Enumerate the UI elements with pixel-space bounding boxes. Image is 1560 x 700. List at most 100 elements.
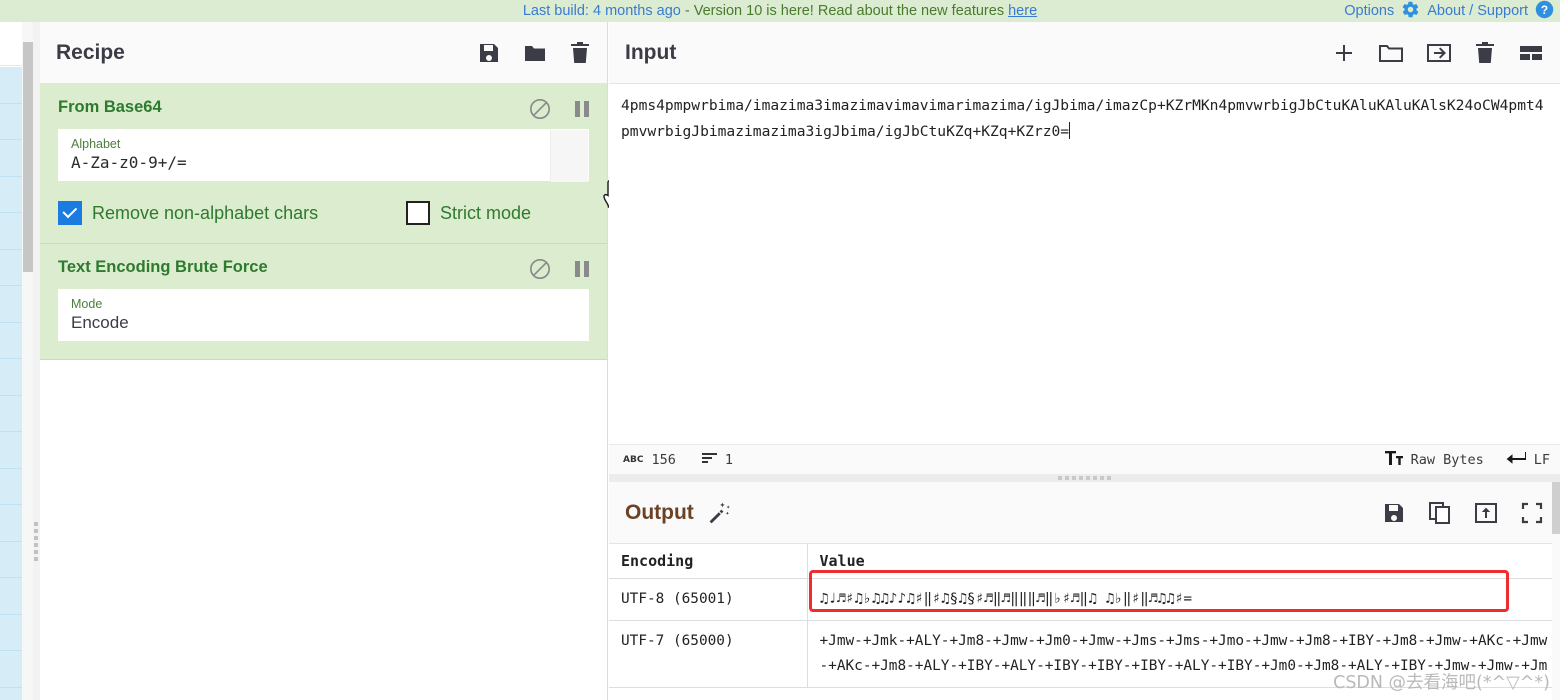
input-status-right: Raw Bytes LF (1384, 450, 1550, 469)
input-line-ending[interactable]: LF (1506, 451, 1550, 469)
list-item[interactable] (0, 103, 22, 140)
maximise-output-icon[interactable] (1520, 501, 1544, 525)
list-item[interactable] (0, 395, 22, 432)
return-arrow-icon (1506, 451, 1527, 469)
alphabet-field[interactable]: Alphabet A-Za-z0-9+/= (58, 129, 589, 182)
operations-list[interactable] (0, 67, 22, 700)
svg-text:?: ? (1541, 2, 1548, 16)
question-circle-icon[interactable]: ? (1535, 0, 1554, 22)
list-item[interactable] (0, 432, 22, 469)
operations-header (0, 22, 22, 66)
recipe-toolbar (477, 41, 591, 65)
recipe-operation-text-encoding-brute-force[interactable]: Text Encoding Brute Force Mode Encode (40, 244, 607, 360)
remove-non-alphabet-chars-checkbox[interactable]: Remove non-alphabet chars (58, 201, 406, 225)
replace-input-with-output-icon[interactable] (1474, 501, 1498, 525)
cell-value: +Jmw-+Jmk-+ALY-+Jm8-+Jmw-+Jm0-+Jmw-+Jms-… (807, 620, 1560, 688)
save-output-icon[interactable] (1382, 501, 1406, 525)
breakpoint-pause-icon[interactable] (573, 259, 591, 284)
recipe-pane: Recipe From Base64 Alphabet A-Za-z0-9+/=… (40, 22, 621, 700)
list-item[interactable] (0, 541, 22, 578)
list-item[interactable] (0, 651, 22, 688)
input-length-value: 156 (651, 451, 676, 468)
recipe-title-bar: Recipe (40, 22, 607, 84)
clear-recipe-icon[interactable] (569, 41, 591, 65)
strict-mode-checkbox[interactable]: Strict mode (406, 201, 531, 225)
checkbox-checked-icon[interactable] (58, 201, 82, 225)
list-item[interactable] (0, 67, 22, 104)
input-line-1: 4pms4pmpwrbima/imazima3imazimavimavimari… (621, 97, 1474, 114)
list-item[interactable] (0, 140, 22, 177)
horizontal-splitter[interactable] (609, 474, 1560, 482)
add-input-tab-icon[interactable] (1332, 41, 1356, 65)
about-support-link[interactable]: About / Support (1427, 3, 1528, 19)
input-length-status: ABC 156 (623, 452, 676, 468)
open-file-as-input-icon[interactable] (1426, 41, 1452, 65)
list-item[interactable] (0, 176, 22, 213)
list-item[interactable] (0, 468, 22, 505)
banner-version-text: Version 10 is here! Read about the new f… (693, 3, 1009, 19)
list-item[interactable] (0, 359, 22, 396)
abc-icon: ABC (623, 454, 644, 465)
input-character-encoding[interactable]: Raw Bytes (1384, 450, 1484, 469)
list-item[interactable] (0, 249, 22, 286)
copy-output-icon[interactable] (1428, 501, 1452, 525)
output-toolbar (1382, 501, 1544, 525)
list-item[interactable] (0, 213, 22, 250)
table-row[interactable]: UTF-7 (65000) +Jmw-+Jmk-+ALY-+Jm8-+Jmw-+… (609, 620, 1560, 688)
operation-title: From Base64 (58, 98, 162, 116)
input-eol-label: LF (1533, 451, 1550, 468)
output-title-bar: Output (609, 482, 1560, 544)
splitter-grip-dots (34, 522, 38, 561)
magic-wand-icon[interactable] (706, 500, 732, 526)
list-item[interactable] (0, 322, 22, 359)
gear-icon[interactable] (1401, 0, 1420, 22)
load-recipe-icon[interactable] (523, 41, 547, 65)
top-banner: Last build: 4 months ago - Version 10 is… (0, 0, 1560, 22)
text-caret (1069, 122, 1071, 139)
output-scrollbar[interactable] (1552, 482, 1560, 700)
input-pane: Input 4pms4pmpwrbima/imazima3imazimavima… (609, 22, 1560, 474)
list-item[interactable] (0, 578, 22, 615)
banner-message: Last build: 4 months ago - Version 10 is… (0, 3, 1560, 19)
options-link[interactable]: Options (1344, 3, 1394, 19)
table-row[interactable]: UTF-8 (65001) ♫♩♬♯♫♭♫♫♪♪♫♯‖♯♫§♫§♯♬‖♬‖‖‖♬… (609, 578, 1560, 621)
operations-list-column (0, 22, 22, 700)
mode-value[interactable]: Encode (71, 312, 576, 334)
disable-icon[interactable] (529, 258, 551, 285)
mode-label: Mode (71, 296, 103, 311)
list-item[interactable] (0, 614, 22, 651)
checkbox-unchecked-icon[interactable] (406, 201, 430, 225)
alphabet-dropdown-button[interactable] (550, 130, 588, 182)
input-textarea[interactable]: 4pms4pmpwrbima/imazima3imazimavimavimari… (609, 85, 1560, 444)
font-size-icon (1384, 450, 1403, 469)
operation-title: Text Encoding Brute Force (58, 258, 268, 276)
breakpoint-pause-icon[interactable] (573, 99, 591, 124)
output-scrollbar-thumb[interactable] (1552, 482, 1560, 534)
from-base64-checkboxes: Remove non-alphabet chars Strict mode (58, 201, 589, 225)
vertical-splitter[interactable] (33, 22, 40, 700)
input-toolbar (1332, 41, 1544, 65)
operation-controls (529, 98, 591, 125)
cell-value: ♫♩♬♯♫♭♫♫♪♪♫♯‖♯♫§♫§♯♬‖♬‖‖‖♬‖♭♯♬‖♫ ♫♭‖♯‖♬♫… (807, 578, 1560, 621)
banner-separator: - (680, 3, 694, 19)
table-header-row: Encoding Value (609, 544, 1560, 579)
list-item[interactable] (0, 505, 22, 542)
banner-here-link[interactable]: here (1008, 3, 1037, 19)
clear-io-icon[interactable] (1474, 41, 1496, 65)
alphabet-value[interactable]: A-Za-z0-9+/= (71, 152, 576, 174)
list-item[interactable] (0, 687, 22, 700)
list-item[interactable] (0, 286, 22, 323)
checkbox-label: Remove non-alphabet chars (92, 202, 319, 223)
input-title: Input (625, 40, 677, 64)
output-title: Output (625, 500, 694, 524)
input-title-bar: Input (609, 22, 1560, 84)
input-status-bar: ABC 156 1 Raw Bytes LF (609, 444, 1560, 474)
open-folder-as-input-icon[interactable] (1378, 41, 1404, 65)
last-build-text: Last build: 4 months ago (522, 3, 681, 19)
recipe-operation-from-base64[interactable]: From Base64 Alphabet A-Za-z0-9+/= Remove… (40, 84, 607, 244)
column-header-value: Value (807, 544, 1560, 579)
save-recipe-icon[interactable] (477, 41, 501, 65)
disable-icon[interactable] (529, 98, 551, 125)
reset-pane-layout-icon[interactable] (1518, 41, 1544, 65)
mode-field[interactable]: Mode Encode (58, 289, 589, 341)
